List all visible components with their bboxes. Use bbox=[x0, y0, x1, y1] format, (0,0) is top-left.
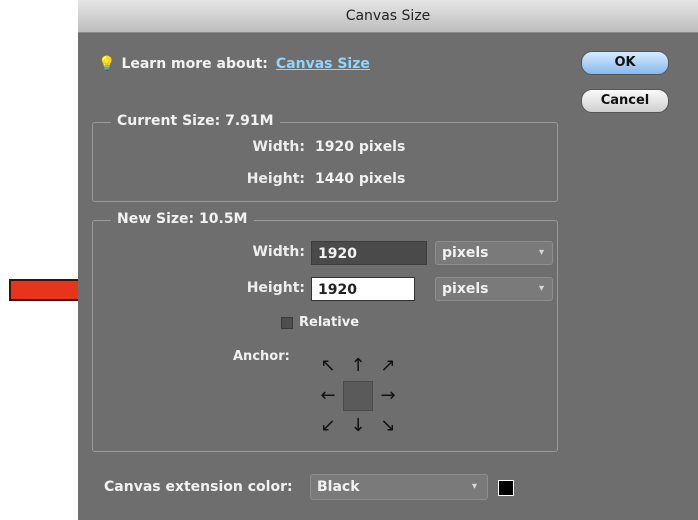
width-input[interactable]: 1920 bbox=[311, 241, 427, 265]
canvas-size-dialog: Canvas Size 💡 Learn more about: Canvas Siz… bbox=[78, 0, 698, 520]
cancel-button[interactable]: Cancel bbox=[581, 89, 669, 113]
arrow-right-icon[interactable]: → bbox=[373, 381, 403, 411]
height-input[interactable]: 1920 bbox=[311, 277, 415, 301]
chevron-down-icon: ▾ bbox=[538, 247, 544, 258]
new-size-title: New Size: 10.5M bbox=[111, 211, 254, 227]
arrow-down-right-icon[interactable]: ↘ bbox=[373, 411, 403, 441]
height-unit-value: pixels bbox=[442, 281, 489, 297]
checkbox-icon[interactable] bbox=[281, 316, 293, 329]
color-swatch[interactable] bbox=[498, 480, 514, 496]
current-height-value: 1440 pixels bbox=[315, 171, 406, 187]
new-size-group: New Size: 10.5M Width: 1920 pixels ▾ Hei… bbox=[92, 211, 558, 452]
learn-more-link[interactable]: Canvas Size bbox=[276, 56, 370, 72]
current-width-label: Width: bbox=[252, 139, 305, 155]
window-title: Canvas Size bbox=[78, 0, 698, 33]
arrow-down-icon[interactable]: ↓ bbox=[343, 411, 373, 441]
chevron-down-icon: ▾ bbox=[471, 481, 477, 492]
anchor-grid: ↖ ↑ ↗ ← → ↙ ↓ ↘ bbox=[313, 351, 403, 441]
anchor-center[interactable] bbox=[343, 381, 373, 411]
arrow-up-left-icon[interactable]: ↖ bbox=[313, 351, 343, 381]
arrow-down-left-icon[interactable]: ↙ bbox=[313, 411, 343, 441]
new-width-label: Width: bbox=[252, 244, 305, 260]
arrow-left-icon[interactable]: ← bbox=[313, 381, 343, 411]
canvas-extension-label: Canvas extension color: bbox=[104, 479, 293, 495]
anchor-label: Anchor: bbox=[233, 349, 290, 364]
canvas-extension-select[interactable]: Black ▾ bbox=[310, 474, 488, 500]
current-height-label: Height: bbox=[246, 171, 305, 187]
width-unit-value: pixels bbox=[442, 245, 489, 261]
lightbulb-icon: 💡 bbox=[98, 56, 116, 72]
canvas-extension-value: Black bbox=[317, 479, 360, 495]
current-width-value: 1920 pixels bbox=[315, 139, 406, 155]
new-height-label: Height: bbox=[246, 280, 305, 296]
width-unit-select[interactable]: pixels ▾ bbox=[435, 241, 553, 265]
arrow-up-right-icon[interactable]: ↗ bbox=[373, 351, 403, 381]
ok-button[interactable]: OK bbox=[581, 51, 669, 75]
learn-more-prefix: Learn more about: bbox=[121, 56, 268, 72]
learn-more: 💡 Learn more about: Canvas Size bbox=[98, 56, 370, 72]
chevron-down-icon: ▾ bbox=[538, 283, 544, 294]
current-size-title: Current Size: 7.91M bbox=[111, 113, 280, 129]
relative-label: Relative bbox=[299, 315, 360, 330]
current-size-group: Current Size: 7.91M Width: 1920 pixels H… bbox=[92, 113, 558, 202]
relative-checkbox[interactable]: Relative bbox=[281, 315, 359, 330]
height-unit-select[interactable]: pixels ▾ bbox=[435, 277, 553, 301]
arrow-up-icon[interactable]: ↑ bbox=[343, 351, 373, 381]
